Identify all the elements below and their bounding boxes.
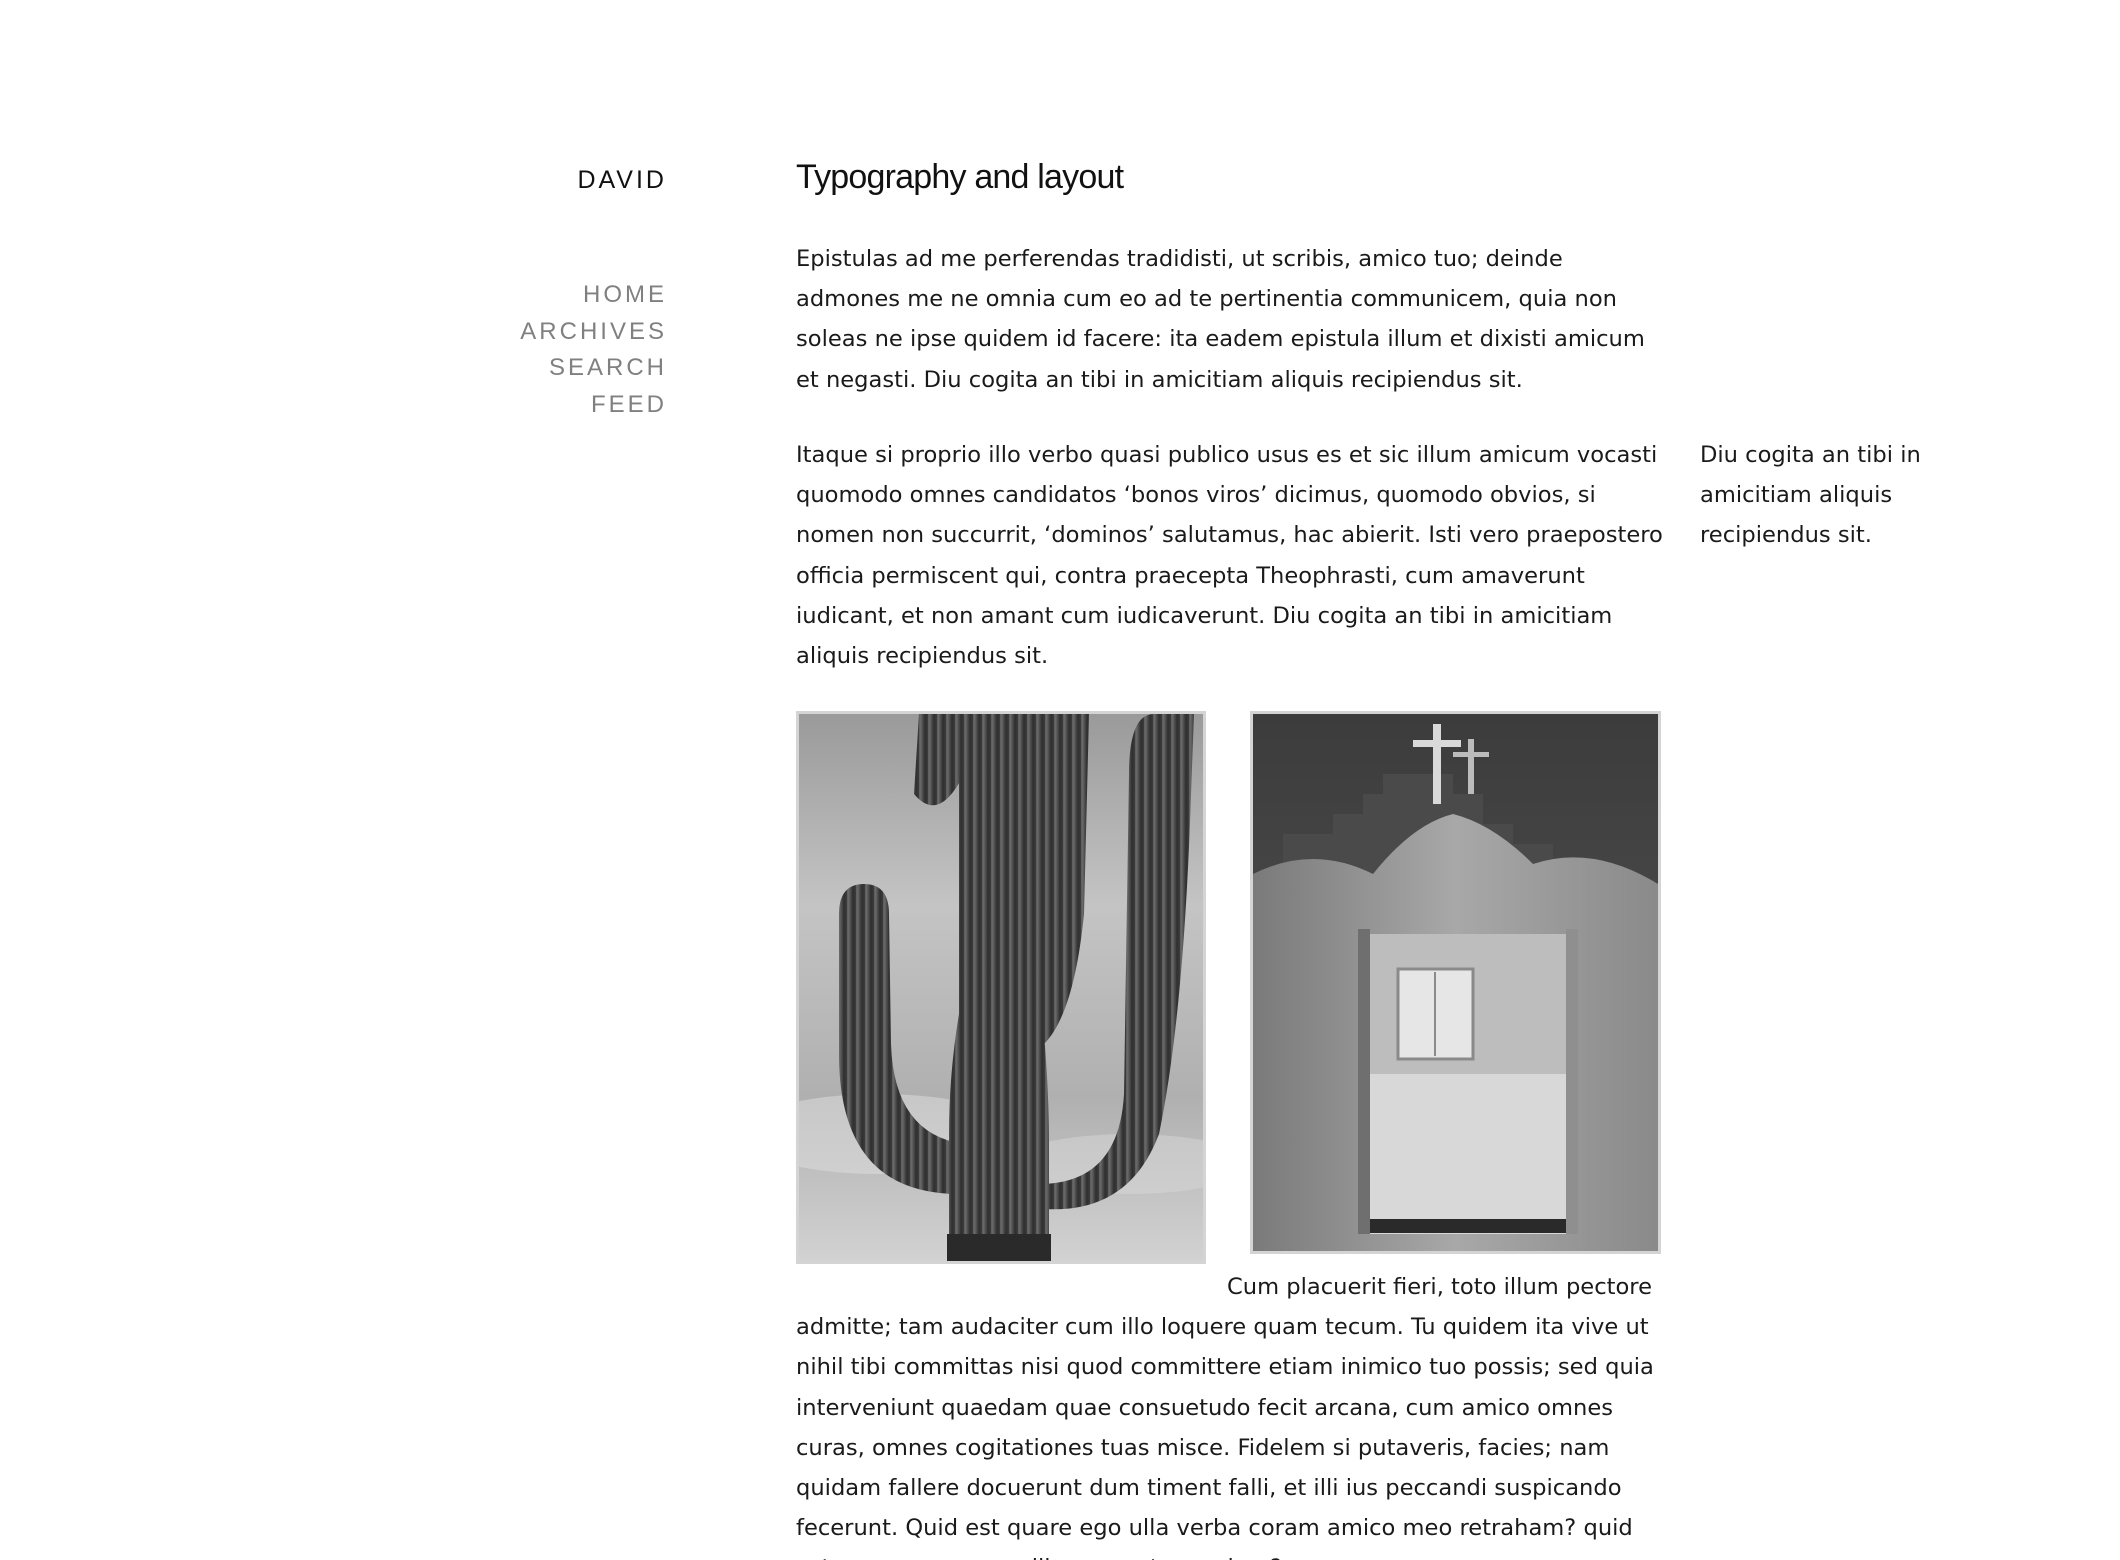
paragraph-body-text: admitte; tam audaciter cum illo loquere … [796,1314,1654,1560]
site-nav: HOME ARCHIVES SEARCH FEED [480,277,667,423]
church-gate-photo [1250,711,1661,1254]
nav-feed-link[interactable]: FEED [480,387,667,424]
nav-archives-link[interactable]: ARCHIVES [480,314,667,351]
page-title: Typography and layout [796,158,1124,196]
article-paragraph: Itaque si proprio illo verbo quasi publi… [796,442,1663,670]
nav-search-link[interactable]: SEARCH [480,350,667,387]
article-paragraph: Epistulas ad me perferendas tradidisti, … [796,246,1645,393]
cactus-photo [796,711,1206,1264]
article-paragraph: Cum placuerit fieri, toto illum pectore … [796,1267,1666,1560]
margin-note: Diu cogita an tibi in amicitiam aliquis … [1700,442,1921,549]
site-title[interactable]: DAVID [480,166,667,195]
paragraph-lead-text: Cum placuerit fieri, toto illum pectore [1227,1274,1652,1300]
nav-home-link[interactable]: HOME [480,277,667,314]
